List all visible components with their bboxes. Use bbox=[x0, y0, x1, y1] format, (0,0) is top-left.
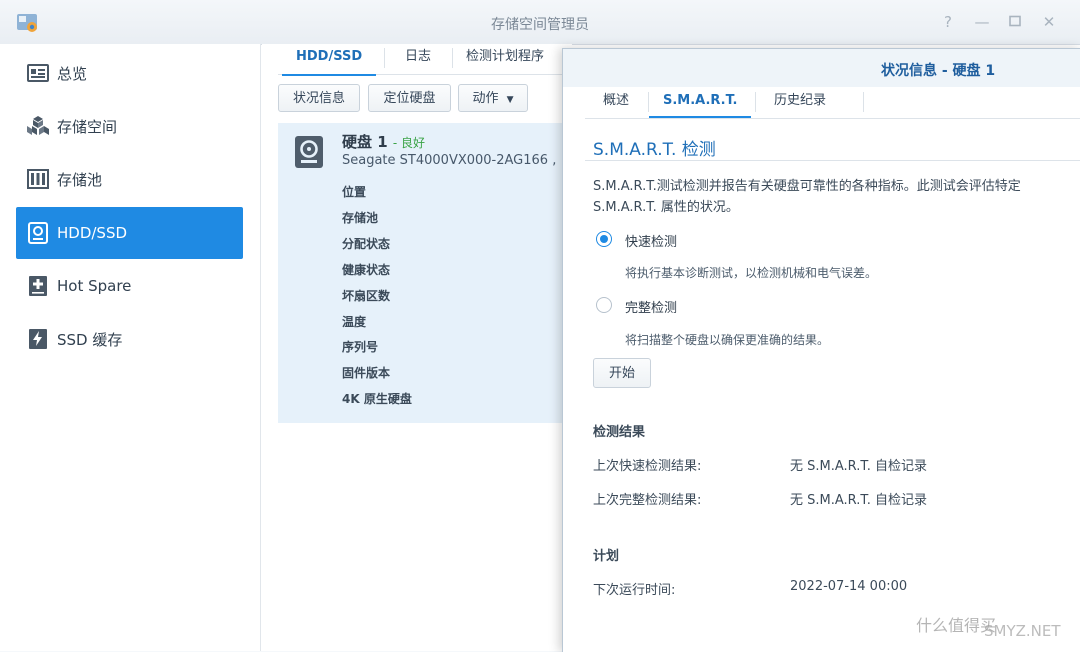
locate-disk-button[interactable]: 定位硬盘 bbox=[368, 84, 451, 112]
prop-temperature: 温度 bbox=[342, 315, 367, 329]
sidebar-item-label: SSD 缓存 bbox=[57, 330, 123, 349]
next-run-label: 下次运行时间: bbox=[593, 583, 676, 598]
storage-pool-icon bbox=[26, 167, 50, 191]
caret-down-icon: ▼ bbox=[506, 95, 514, 105]
ssd-cache-icon bbox=[26, 327, 50, 351]
sidebar-item-overview[interactable]: 总览 bbox=[16, 47, 243, 99]
quick-test-label[interactable]: 快速检测 bbox=[625, 231, 677, 250]
window-title: 存储空间管理员 bbox=[491, 17, 589, 33]
disk-health-status: - 良好 bbox=[392, 136, 426, 150]
prop-firmware: 固件版本 bbox=[342, 366, 391, 380]
sidebar-item-hdd-ssd[interactable]: HDD/SSD bbox=[16, 207, 243, 259]
sidebar-item-ssd-cache[interactable]: SSD 缓存 bbox=[16, 313, 243, 365]
sidebar-item-label: 存储空间 bbox=[57, 117, 118, 136]
sidebar-item-label: HDD/SSD bbox=[57, 224, 128, 242]
overview-icon bbox=[26, 61, 50, 85]
tab-separator bbox=[755, 92, 756, 112]
maximize-icon[interactable] bbox=[1005, 12, 1025, 32]
smart-section-title: S.M.A.R.T. 检测 bbox=[593, 140, 716, 160]
status-info-dialog: 状况信息 - 硬盘 1 概述 S.M.A.R.T. 历史纪录 S.M.A.R.T… bbox=[562, 48, 1080, 652]
storage-manager-window: 存储空间管理员 ? — ✕ 总览 存储空间 存储池 HDD/SSD Hot Sp… bbox=[0, 0, 1080, 652]
sidebar-item-label: 存储池 bbox=[57, 170, 103, 189]
full-test-label[interactable]: 完整检测 bbox=[625, 297, 677, 316]
disk-detail-panel[interactable]: 硬盘 1 - 良好 Seagate ST4000VX000-2AG166 , 位… bbox=[278, 123, 578, 423]
main-tabs: HDD/SSD 日志 检测计划程序 bbox=[278, 44, 578, 76]
last-quick-result-value: 无 S.M.A.R.T. 自检记录 bbox=[790, 459, 928, 474]
smart-description: S.M.A.R.T.测试检测并报告有关硬盘可靠性的各种指标。此测试会评估特定 S… bbox=[593, 179, 1021, 215]
close-icon[interactable]: ✕ bbox=[1039, 12, 1059, 32]
dialog-header[interactable]: 状况信息 - 硬盘 1 bbox=[563, 49, 1080, 87]
hot-spare-icon bbox=[26, 274, 50, 298]
prop-storage-pool: 存储池 bbox=[342, 211, 379, 225]
disk-model: Seagate ST4000VX000-2AG166 , bbox=[342, 153, 557, 168]
prop-4k-native: 4K 原生硬盘 bbox=[342, 392, 412, 406]
tab-history[interactable]: 历史纪录 bbox=[760, 87, 840, 118]
quick-test-radio[interactable] bbox=[596, 231, 612, 247]
next-run-value: 2022-07-14 00:00 bbox=[790, 579, 908, 594]
hdd-icon bbox=[295, 136, 323, 168]
last-quick-result-label: 上次快速检测结果: bbox=[593, 459, 702, 474]
dialog-tabs: 概述 S.M.A.R.T. 历史纪录 bbox=[585, 87, 1080, 119]
quick-test-desc: 将执行基本诊断测试，以检测机械和电气误差。 bbox=[625, 266, 878, 280]
action-dropdown-button[interactable]: 动作 ▼ bbox=[458, 84, 528, 112]
disk-name: 硬盘 1 - 良好 bbox=[342, 131, 425, 152]
tab-separator bbox=[384, 48, 385, 68]
status-info-button[interactable]: 状况信息 bbox=[278, 84, 360, 112]
help-icon[interactable]: ? bbox=[938, 12, 958, 32]
start-button[interactable]: 开始 bbox=[593, 358, 651, 388]
prop-serial-number: 序列号 bbox=[342, 340, 379, 354]
prop-bad-sectors: 坏扇区数 bbox=[342, 289, 391, 303]
action-label: 动作 bbox=[472, 91, 499, 106]
sidebar-item-label: Hot Spare bbox=[57, 277, 132, 295]
hdd-icon bbox=[26, 221, 50, 245]
prop-health-status: 健康状态 bbox=[342, 263, 391, 277]
disk-name-text: 硬盘 1 bbox=[342, 133, 388, 151]
schedule-title: 计划 bbox=[593, 549, 620, 564]
sidebar-item-storage-pool[interactable]: 存储池 bbox=[16, 153, 243, 205]
section-divider bbox=[585, 160, 1080, 161]
results-title: 检测结果 bbox=[593, 425, 646, 440]
full-test-desc: 将扫描整个硬盘以确保更准确的结果。 bbox=[625, 333, 830, 347]
tab-log[interactable]: 日志 bbox=[391, 44, 445, 74]
sidebar: 总览 存储空间 存储池 HDD/SSD Hot Spare SSD 缓存 bbox=[0, 44, 261, 651]
last-full-result-value: 无 S.M.A.R.T. 自检记录 bbox=[790, 493, 928, 508]
tab-smart[interactable]: S.M.A.R.T. bbox=[649, 87, 752, 118]
full-test-radio[interactable] bbox=[596, 297, 612, 313]
title-bar[interactable]: 存储空间管理员 ? — ✕ bbox=[0, 0, 1080, 45]
sidebar-item-label: 总览 bbox=[57, 64, 88, 83]
tab-test-scheduler[interactable]: 检测计划程序 bbox=[452, 44, 558, 74]
storage-volume-icon bbox=[26, 114, 50, 138]
dialog-title: 状况信息 - 硬盘 1 bbox=[881, 63, 996, 79]
minimize-icon[interactable]: — bbox=[972, 12, 992, 32]
last-full-result-label: 上次完整检测结果: bbox=[593, 493, 702, 508]
tab-overview[interactable]: 概述 bbox=[589, 87, 643, 118]
watermark-site: SMYZ.NET bbox=[984, 622, 1061, 640]
sidebar-item-storage-volume[interactable]: 存储空间 bbox=[16, 100, 243, 152]
tab-hdd-ssd[interactable]: HDD/SSD bbox=[282, 44, 377, 76]
prop-allocation-status: 分配状态 bbox=[342, 237, 391, 251]
prop-location: 位置 bbox=[342, 185, 367, 199]
tab-separator bbox=[863, 92, 864, 112]
sidebar-item-hot-spare[interactable]: Hot Spare bbox=[16, 260, 243, 312]
